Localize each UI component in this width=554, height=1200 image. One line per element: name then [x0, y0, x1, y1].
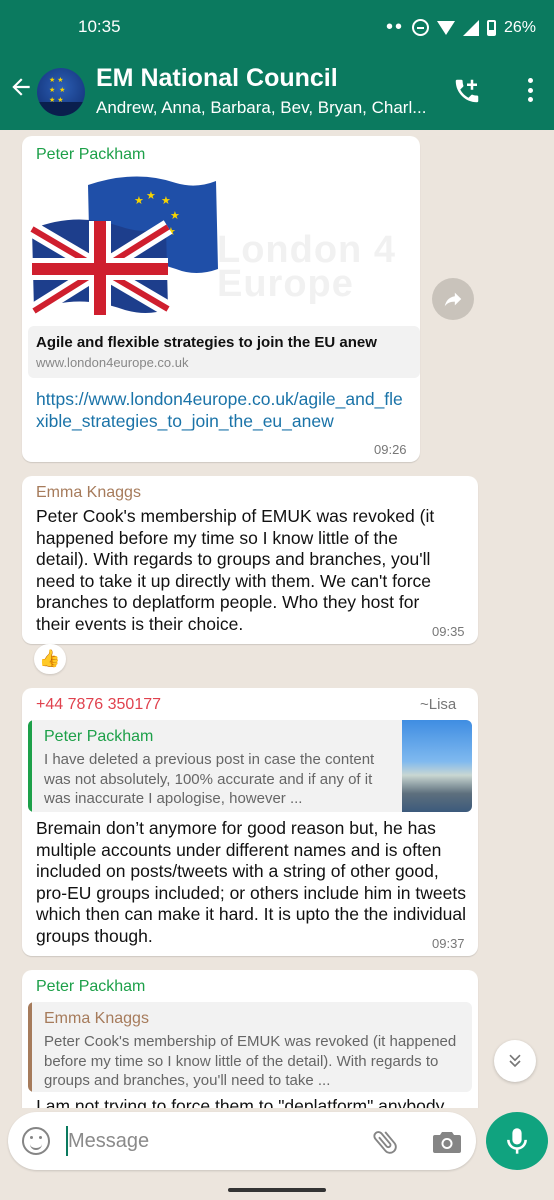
message-sender: Peter Packham [36, 146, 146, 163]
message-sender: Emma Knaggs [36, 484, 141, 501]
battery-icon [486, 19, 496, 36]
message-time: 09:26 [374, 442, 407, 457]
group-avatar[interactable] [37, 68, 85, 116]
link-url[interactable]: https://www.london4europe.co.uk/agile_an… [36, 388, 406, 432]
svg-text:★: ★ [146, 190, 156, 202]
quoted-text: Peter Cook's membership of EMUK was revo… [44, 1033, 457, 1089]
message-text: I am not trying to force them to "deplat… [36, 1096, 445, 1108]
sender-alias: ~Lisa [420, 696, 457, 713]
reaction-badge[interactable]: 👍 [34, 644, 66, 674]
quoted-sender: Emma Knaggs [44, 1010, 149, 1027]
scroll-to-bottom-button[interactable] [494, 1040, 536, 1082]
emoji-icon[interactable] [22, 1127, 50, 1155]
back-arrow-icon[interactable] [8, 74, 34, 107]
chat-title[interactable]: EM National Council [96, 64, 338, 93]
more-options-icon[interactable] [528, 78, 534, 102]
svg-text:★: ★ [161, 195, 171, 207]
svg-text:★: ★ [134, 195, 144, 207]
forward-button[interactable] [432, 278, 474, 320]
notification-dots-icon: •• [385, 16, 404, 38]
message-text: Peter Cook's membership of EMUK was revo… [36, 506, 435, 634]
cell-signal-icon [462, 19, 479, 36]
preview-watermark-text: London 4 Europe [217, 229, 396, 305]
battery-percent: 26% [503, 18, 536, 36]
message-sender: +44 7876 350177 [36, 696, 162, 713]
chat-participants[interactable]: Andrew, Anna, Barbara, Bev, Bryan, Charl… [96, 98, 436, 118]
status-time: 10:35 [78, 17, 121, 36]
message-clip: Peter Packham Emma Knaggs Peter Cook's m… [0, 968, 554, 1108]
do-not-disturb-icon [411, 19, 429, 36]
quoted-text: I have deleted a previous post in case t… [44, 751, 375, 807]
wifi-icon [436, 20, 455, 35]
attachment-icon[interactable] [370, 1127, 400, 1157]
flags-illustration: ★★★ ★★★ [27, 176, 218, 315]
add-call-icon[interactable] [452, 76, 482, 106]
link-preview-image[interactable]: London 4 Europe ★★★ ★★★ [22, 165, 414, 315]
svg-text:★: ★ [170, 210, 180, 222]
message-time: 09:37 [432, 936, 465, 951]
chat-header: EM National Council Andrew, Anna, Barbar… [0, 52, 554, 130]
quoted-thumbnail [402, 720, 472, 812]
quoted-message[interactable]: Emma Knaggs Peter Cook's membership of E… [28, 1002, 472, 1092]
status-icons: •• 26% [386, 16, 536, 39]
message-sender: Peter Packham [36, 978, 146, 995]
message-input[interactable] [68, 1112, 358, 1170]
microphone-icon [507, 1128, 527, 1154]
link-domain: www.london4europe.co.uk [36, 355, 189, 370]
quoted-sender: Peter Packham [44, 728, 154, 745]
link-preview-box[interactable]: Agile and flexible strategies to join th… [28, 326, 420, 378]
quoted-message[interactable]: Peter Packham I have deleted a previous … [28, 720, 472, 812]
message-text: Bremain don’t anymore for good reason bu… [36, 818, 466, 946]
camera-icon[interactable] [432, 1130, 462, 1154]
status-bar: 10:35 •• 26% [0, 0, 554, 52]
message-composer [8, 1112, 476, 1170]
gesture-nav-bar[interactable] [228, 1188, 326, 1192]
voice-message-button[interactable] [486, 1112, 548, 1170]
link-title: Agile and flexible strategies to join th… [36, 334, 377, 351]
message-time: 09:35 [432, 624, 465, 639]
